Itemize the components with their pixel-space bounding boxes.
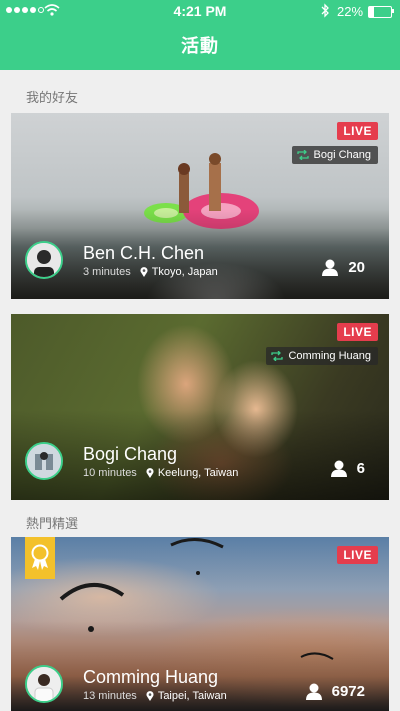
live-card[interactable]: LIVE Comming Huang Bogi Chang 10 minutes… (11, 314, 389, 500)
location-text: Tkoyo, Japan (151, 266, 218, 278)
avatar[interactable] (25, 241, 63, 279)
page-title: 活動 (181, 36, 219, 56)
status-bar: 4:21 PM 22% (0, 0, 400, 22)
elapsed-time: 10 minutes (83, 467, 137, 479)
battery-percent: 22% (337, 4, 364, 19)
person-icon (322, 259, 339, 276)
broadcaster-name: Ben C.H. Chen (83, 243, 205, 263)
location-pin-icon (146, 691, 154, 701)
location-text: Taipei, Taiwan (157, 690, 227, 702)
person-icon (330, 460, 347, 477)
top-bar: 4:21 PM 22% 活動 (0, 0, 400, 70)
section-title-friends: 我的好友 (26, 90, 79, 105)
live-badge: LIVE (337, 323, 378, 341)
bluetooth-icon (321, 3, 329, 18)
avatar[interactable] (25, 442, 63, 480)
battery-icon (368, 6, 392, 18)
broadcaster-name: Bogi Chang (83, 444, 178, 464)
live-badge: LIVE (337, 122, 378, 140)
repost-icon (271, 351, 284, 361)
shared-by-name: Bogi Chang (313, 149, 372, 161)
elapsed-time: 3 minutes (83, 266, 131, 278)
stream-meta: 10 minutes Keelung, Taiwan (83, 467, 238, 479)
stream-meta: 3 minutes Tkoyo, Japan (83, 266, 218, 278)
live-badge: LIVE (337, 546, 378, 564)
viewer-count: 6 (330, 460, 365, 477)
viewer-count-value: 20 (348, 259, 365, 276)
shared-by-tag[interactable]: Comming Huang (266, 347, 378, 365)
viewer-count-value: 6 (356, 460, 365, 477)
broadcaster-name: Comming Huang (83, 667, 219, 687)
person-icon (305, 683, 322, 700)
stream-meta: 13 minutes Taipei, Taiwan (83, 690, 227, 702)
shared-by-tag[interactable]: Bogi Chang (291, 146, 378, 164)
avatar[interactable] (25, 665, 63, 703)
live-card[interactable]: LIVE Bogi Chang Ben C.H. Chen 3 minutes … (11, 113, 389, 299)
repost-icon (296, 150, 309, 160)
location-pin-icon (140, 267, 148, 277)
viewer-count: 6972 (305, 683, 365, 700)
viewer-count: 20 (322, 259, 365, 276)
section-title-featured: 熱門精選 (26, 516, 79, 531)
viewer-count-value: 6972 (331, 683, 365, 700)
location-text: Keelung, Taiwan (157, 467, 239, 479)
location-pin-icon (146, 468, 154, 478)
live-card[interactable]: LIVE Comming Huang 13 minutes Taipei, Ta… (11, 537, 389, 711)
award-medal-icon (25, 537, 55, 579)
elapsed-time: 13 minutes (83, 690, 137, 702)
shared-by-name: Comming Huang (288, 350, 371, 362)
